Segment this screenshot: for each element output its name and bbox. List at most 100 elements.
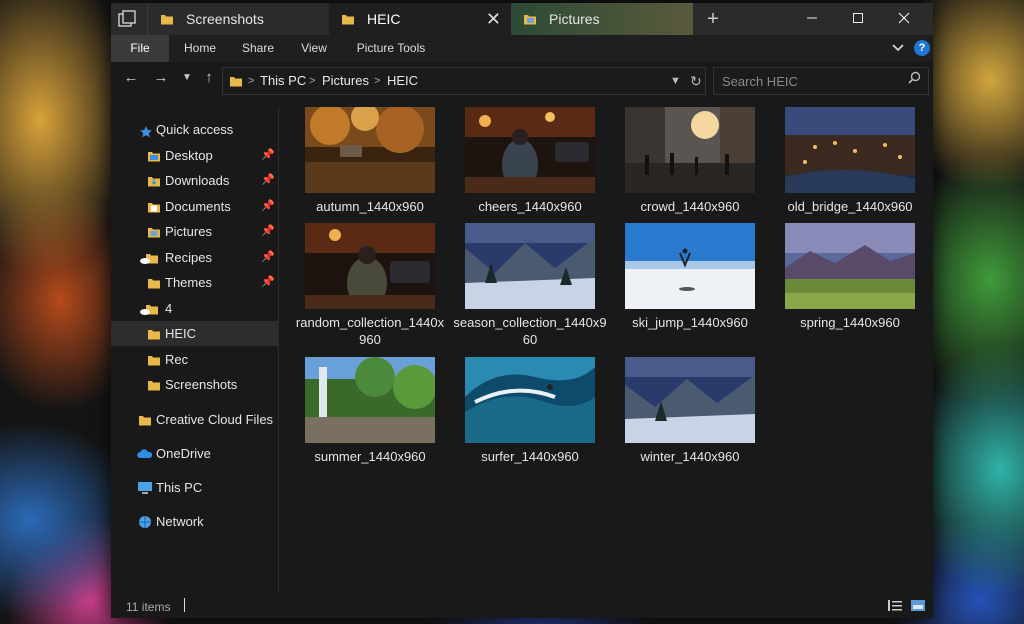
sidebar-item-quick-access[interactable]: Quick access [111,117,278,142]
pin-icon[interactable]: 📌 [261,143,275,168]
ribbon-tab-picture-tools[interactable]: Picture Tools [351,35,431,62]
desktop-folder-icon [148,152,160,162]
folder-icon [148,279,160,289]
minimize-button[interactable] [789,3,835,35]
task-view-icon[interactable] [118,10,136,28]
breadcrumb-heic[interactable]: HEIC [387,68,418,94]
address-dropdown-icon[interactable]: ▼ [670,68,681,94]
sidebar-item-onedrive[interactable]: OneDrive [111,441,278,466]
crowd-street-photo-thumbnail [625,107,755,193]
folder-icon [161,15,173,25]
folder-icon [148,330,160,340]
surf-wave-photo-thumbnail [465,357,595,443]
search-input[interactable] [720,71,904,91]
folder-icon [342,15,354,25]
breadcrumb-separator-icon: > [309,75,316,87]
file-name: ski_jump_1440x960 [632,315,748,330]
cloud-folder-icon [140,305,158,315]
sidebar-item-themes[interactable]: Themes 📌 [111,270,278,295]
ribbon-tab-home[interactable]: Home [177,35,223,62]
ribbon-tab-file[interactable]: File [111,35,169,62]
breadcrumb-this-pc[interactable]: This PC [260,68,306,94]
pin-icon[interactable]: 📌 [261,270,275,295]
computer-icon [138,482,152,494]
pin-icon[interactable]: 📌 [261,219,275,244]
ribbon-tab-share[interactable]: Share [235,35,281,62]
file-name: surfer_1440x960 [481,449,579,464]
sidebar-item-label: This PC [156,480,203,495]
file-name: season_collection_1440x960 [453,315,607,347]
close-icon [898,12,910,24]
maximize-button[interactable] [835,3,881,35]
sidebar-item-label: Creative Cloud Files [156,412,274,427]
night-street-photo-thumbnail [305,223,435,309]
pin-icon[interactable]: 📌 [261,168,275,193]
title-bar: Screenshots HEIC ✕ Pictures + [111,3,933,35]
pictures-folder-icon [524,15,536,25]
file-name: random_collection_1440x960 [295,315,445,347]
forward-arrow-icon[interactable]: → [151,69,171,86]
details-view-icon[interactable] [887,599,903,612]
sidebar-item-screenshots[interactable]: Screenshots [111,372,278,397]
new-tab-button[interactable]: + [701,3,725,35]
sidebar-item-creative-cloud-files[interactable]: Creative Cloud Files [111,407,278,432]
folder-icon [230,77,242,87]
sidebar-item-label: Network [156,514,204,529]
text-cursor [184,598,185,612]
up-arrow-icon[interactable]: ↑ [199,69,219,86]
sidebar-item-documents[interactable]: Documents 📌 [111,194,278,219]
pin-icon[interactable]: 📌 [261,194,275,219]
tab-label: Screenshots [186,11,264,27]
sidebar-item-label: Documents [165,199,231,214]
tab-pictures[interactable]: Pictures [511,3,693,35]
sidebar-item-this-pc[interactable]: This PC [111,475,278,500]
night-street-photo-thumbnail [465,107,595,193]
breadcrumb-pictures[interactable]: Pictures [322,68,369,94]
address-bar[interactable]: > This PC > Pictures > HEIC ▼ ↻ [222,67,706,95]
file-name: crowd_1440x960 [640,199,740,214]
file-name: cheers_1440x960 [478,199,582,214]
ribbon-tab-view[interactable]: View [293,35,335,62]
sidebar-item-label: Screenshots [165,377,238,392]
sidebar-item-label: Pictures [165,224,212,239]
snowy-valley-photo-thumbnail [465,223,595,309]
file-name: winter_1440x960 [640,449,740,464]
sidebar-item-heic[interactable]: HEIC [111,321,278,346]
sidebar-item-label: HEIC [165,326,197,341]
sidebar-item-label: Desktop [165,148,213,163]
sidebar-item-label: Themes [165,275,212,290]
snowy-valley-photo-thumbnail [625,357,755,443]
navigation-bar: ← → ▼ ↑ > This PC > Pictures > HEIC ▼ ↻ [111,62,933,98]
downloads-folder-icon [148,177,160,187]
large-icons-view-icon[interactable] [910,599,926,612]
sidebar-item-label: Downloads [165,173,230,188]
tab-screenshots[interactable]: Screenshots [147,3,330,35]
recent-locations-chevron-icon[interactable]: ▼ [177,72,197,83]
minimize-icon [807,17,817,19]
chevron-down-icon[interactable] [891,40,905,57]
file-name: autumn_1440x960 [316,199,424,214]
sidebar-item-pictures[interactable]: Pictures 📌 [111,219,278,244]
search-box [713,67,929,95]
close-button[interactable] [881,3,927,35]
sidebar-item-downloads[interactable]: Downloads 📌 [111,168,278,193]
pin-icon[interactable]: 📌 [261,245,275,270]
refresh-icon[interactable]: ↻ [690,68,702,94]
documents-folder-icon [148,203,160,213]
close-tab-icon[interactable]: ✕ [486,3,501,35]
sidebar-item-network[interactable]: Network [111,509,278,534]
back-arrow-icon[interactable]: ← [121,69,141,86]
file-explorer-window: Screenshots HEIC ✕ Pictures + File Home … [111,3,933,618]
sidebar-item-desktop[interactable]: Desktop 📌 [111,143,278,168]
help-icon[interactable]: ? [914,40,930,56]
breadcrumb-separator-icon: > [374,75,381,87]
network-globe-icon [139,516,151,528]
onedrive-cloud-icon [137,449,153,458]
file-grid: autumn_1440x960 cheers_1440x960 crowd_14… [279,98,933,593]
search-icon[interactable] [908,71,921,87]
tab-heic[interactable]: HEIC ✕ [329,3,511,35]
sidebar-item-recipes[interactable]: Recipes 📌 [111,245,278,270]
sidebar-item-rec[interactable]: Rec [111,347,278,372]
sidebar-item-4[interactable]: 4 [111,296,278,321]
autumn-photo-thumbnail [305,107,435,193]
